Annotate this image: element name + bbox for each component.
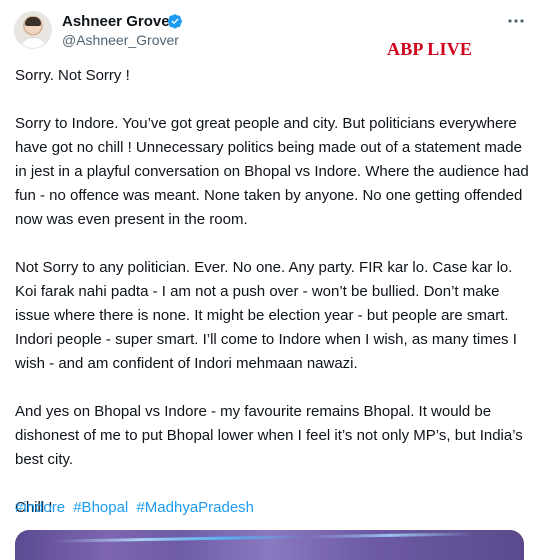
tweet-header: Ashneer Grover @Ashneer_Grover ABP LIVE (0, 0, 539, 60)
tweet-paragraph: Not Sorry to any politician. Ever. No on… (15, 259, 517, 372)
hashtag-list: #indore #Bhopal #MadhyaPradesh (15, 496, 258, 520)
verified-badge-icon (167, 14, 182, 29)
hashtag-bhopal[interactable]: #Bhopal (73, 499, 128, 516)
hashtag-madhyapradesh[interactable]: #MadhyaPradesh (136, 499, 254, 516)
tweet-text: Sorry. Not Sorry ! Sorry to Indore. You’… (15, 64, 530, 544)
tweet-paragraph: Sorry. Not Sorry ! (15, 67, 130, 84)
more-options-icon[interactable] (506, 13, 526, 29)
author-name[interactable]: Ashneer Grover (62, 12, 175, 32)
abp-live-watermark: ABP LIVE (387, 39, 473, 59)
tweet-media-preview[interactable] (15, 530, 524, 560)
tweet-paragraph: And yes on Bhopal vs Indore - my favouri… (15, 403, 523, 468)
tweet-paragraph: Sorry to Indore. You’ve got great people… (15, 115, 529, 228)
author-avatar[interactable] (14, 11, 52, 49)
author-handle[interactable]: @Ashneer_Grover (62, 31, 179, 49)
hashtag-indore[interactable]: #indore (15, 499, 65, 516)
